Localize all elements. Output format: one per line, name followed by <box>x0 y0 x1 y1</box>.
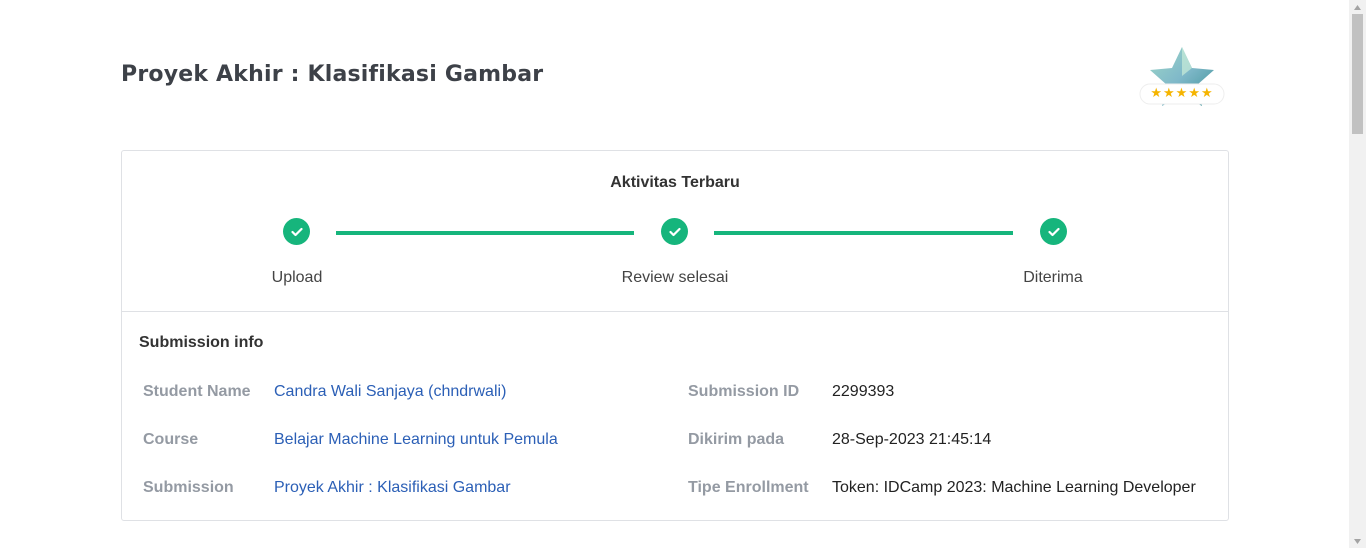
activity-section: Aktivitas Terbaru Upload Review selesai … <box>122 151 1228 312</box>
enrollment-type-label: Tipe Enrollment <box>688 479 809 496</box>
submitted-at-value: 28-Sep-2023 21:45:14 <box>832 431 992 448</box>
page-scrollbar[interactable] <box>1349 0 1366 548</box>
step-review-check-icon <box>661 218 688 245</box>
submission-link[interactable]: Proyek Akhir : Klasifikasi Gambar <box>274 479 511 497</box>
submitted-at-label: Dikirim pada <box>688 431 785 448</box>
submission-id-value: 2299393 <box>832 383 895 400</box>
student-name-link[interactable]: Candra Wali Sanjaya (chndrwali) <box>274 383 506 401</box>
step-label-review: Review selesai <box>621 269 729 286</box>
course-label: Course <box>143 431 199 448</box>
submission-card: Aktivitas Terbaru Upload Review selesai … <box>121 150 1229 521</box>
activity-title: Aktivitas Terbaru <box>610 174 740 191</box>
step-accepted-check-icon <box>1040 218 1067 245</box>
star-rating-badge-icon: ★★★★★ <box>1136 44 1228 112</box>
step-label-accepted: Diterima <box>1023 269 1083 286</box>
page-title: Proyek Akhir : Klasifikasi Gambar <box>121 62 544 87</box>
scrollbar-thumb[interactable] <box>1352 14 1363 134</box>
progress-line-2 <box>714 231 1013 235</box>
scroll-up-arrow-icon[interactable] <box>1349 0 1366 14</box>
step-label-upload: Upload <box>271 269 323 286</box>
enrollment-type-value: Token: IDCamp 2023: Machine Learning Dev… <box>832 479 1196 496</box>
course-link[interactable]: Belajar Machine Learning untuk Pemula <box>274 431 558 449</box>
step-upload-check-icon <box>283 218 310 245</box>
scroll-down-arrow-icon[interactable] <box>1349 534 1366 548</box>
submission-id-label: Submission ID <box>688 383 800 400</box>
student-name-label: Student Name <box>143 383 251 400</box>
submission-info-title: Submission info <box>139 334 264 351</box>
submission-label: Submission <box>143 479 234 496</box>
rating-stars: ★★★★★ <box>1150 85 1214 100</box>
progress-line-1 <box>336 231 634 235</box>
